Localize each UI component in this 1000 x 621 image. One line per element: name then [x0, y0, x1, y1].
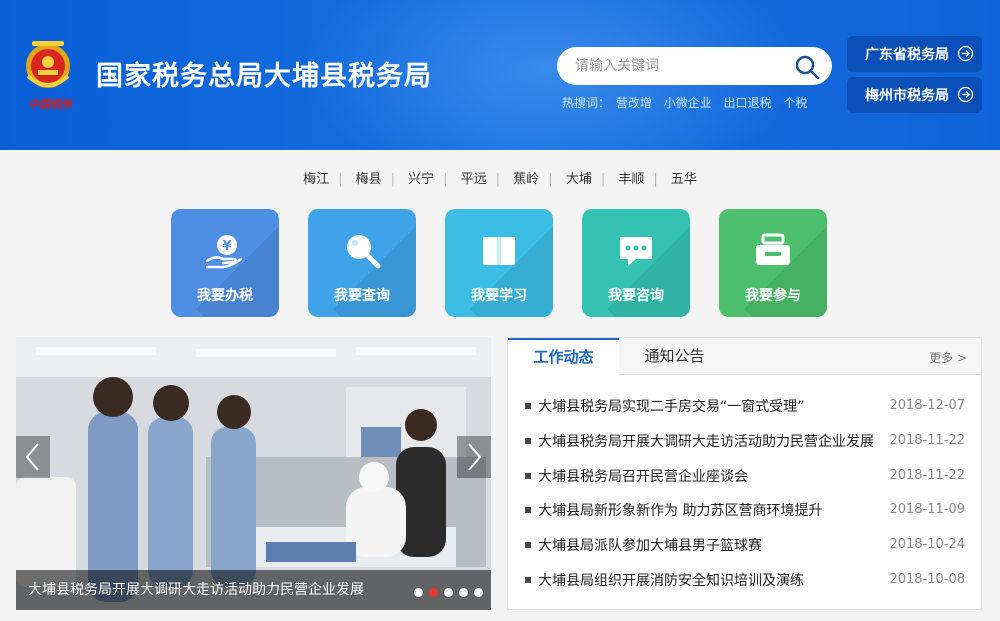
slider-dot[interactable] — [474, 588, 483, 597]
book-icon — [483, 237, 515, 265]
tile-label: 我要查询 — [334, 288, 390, 304]
site-title: 国家税务总局大埔县税务局 — [96, 61, 432, 92]
tile-tax-filing[interactable]: ¥ 我要办税 — [171, 209, 279, 317]
slider-dots — [414, 588, 483, 597]
bullet-icon: ▪ — [524, 432, 533, 447]
divider: | — [600, 172, 606, 187]
hot-search-label: 热搜词： — [562, 96, 611, 110]
tile-consult[interactable]: 我要咨询 — [582, 209, 690, 317]
hot-word-link[interactable]: 营改增 — [616, 96, 652, 110]
basket-icon — [756, 233, 790, 265]
site-header: 中国税务 国家税务总局大埔县税务局 热搜词： 营改增 小微企业 出口退税 个税 … — [0, 0, 1000, 150]
news-item[interactable]: ▪ 大埔县局组织开展消防安全知识培训及演练 2018-10-08 — [508, 566, 981, 601]
region-link[interactable]: 梅县 — [356, 172, 382, 187]
search-icon[interactable] — [794, 54, 820, 80]
tile-label: 我要参与 — [745, 288, 801, 304]
tile-label: 我要学习 — [471, 288, 527, 304]
news-title[interactable]: 大埔县税务局实现二手房交易“一窗式受理” — [538, 396, 883, 416]
search-box — [557, 47, 832, 85]
region-link[interactable]: 五华 — [671, 172, 697, 187]
chevron-left-icon — [25, 443, 39, 471]
divider: | — [390, 172, 396, 187]
arrow-circle-right-icon — [957, 86, 974, 103]
news-date: 2018-11-09 — [889, 502, 965, 518]
chat-icon — [620, 237, 652, 266]
search-input[interactable] — [575, 47, 785, 85]
region-link[interactable]: 梅江 — [303, 172, 329, 187]
yuan-hand-icon: ¥ — [205, 235, 243, 269]
bullet-icon: ▪ — [524, 467, 533, 482]
divider: | — [548, 172, 553, 187]
divider: | — [338, 172, 343, 187]
region-link[interactable]: 大埔 — [566, 172, 592, 187]
tile-label: 我要咨询 — [608, 288, 664, 304]
hot-word-link[interactable]: 小微企业 — [664, 96, 712, 110]
news-slider[interactable]: 大埔县税务局开展大调研大走访活动助力民营企业发展 — [16, 337, 491, 610]
emblem-caption: 中国税务 — [28, 98, 72, 111]
news-title[interactable]: 大埔县税务局召开民营企业座谈会 — [538, 466, 883, 486]
region-links: 梅江 | 梅县 | 兴宁 | 平远 | 蕉岭 | 大埔 | 丰顺 | 五华 — [0, 168, 1000, 187]
tab-work-updates[interactable]: 工作动态 — [508, 338, 619, 376]
tile-participate[interactable]: 我要参与 — [719, 209, 827, 317]
news-item[interactable]: ▪ 大埔县税务局召开民营企业座谈会 2018-11-22 — [508, 462, 981, 497]
news-date: 2018-12-07 — [889, 398, 965, 413]
news-item[interactable]: ▪ 大埔县局新形象新作为 助力苏区营商环境提升 2018-11-09 — [508, 496, 981, 531]
meizhou-tax-label: 梅州市税务局 — [865, 88, 949, 104]
news-title[interactable]: 大埔县局派队参加大埔县男子篮球赛 — [538, 535, 883, 555]
news-date: 2018-11-22 — [889, 467, 965, 483]
news-title[interactable]: 大埔县局组织开展消防安全知识培训及演练 — [538, 570, 883, 590]
slider-dot-active[interactable] — [429, 588, 438, 597]
news-date: 2018-10-24 — [889, 537, 965, 553]
region-link[interactable]: 平远 — [461, 172, 487, 187]
meizhou-tax-link[interactable]: 梅州市税务局 — [847, 77, 982, 113]
slider-next-button[interactable] — [457, 436, 491, 478]
bullet-icon: ▪ — [524, 537, 533, 552]
tile-learn[interactable]: 我要学习 — [445, 209, 553, 317]
tab-notices[interactable]: 通知公告 — [619, 338, 730, 375]
slider-prev-button[interactable] — [16, 436, 50, 478]
arrow-circle-right-icon — [957, 45, 974, 62]
news-item[interactable]: ▪ 大埔县税务局开展大调研大走访活动助力民营企业发展 2018-11-22 — [508, 427, 981, 462]
magnifier-icon — [347, 235, 381, 269]
slider-dot[interactable] — [459, 588, 468, 597]
tile-query[interactable]: 我要查询 — [308, 209, 416, 317]
chevron-right-icon — [468, 443, 482, 471]
news-date: 2018-10-08 — [889, 571, 965, 587]
hot-search-words: 热搜词： 营改增 小微企业 出口退税 个税 — [562, 94, 815, 111]
region-link[interactable]: 蕉岭 — [513, 172, 539, 187]
news-item[interactable]: ▪ 大埔县税务局实现二手房交易“一窗式受理” 2018-12-07 — [508, 392, 981, 427]
tax-emblem-logo[interactable]: 中国税务 — [18, 36, 78, 114]
news-panel: 工作动态 通知公告 更多 > ▪ 大埔县税务局实现二手房交易“一窗式受理” 20… — [507, 337, 982, 610]
more-link[interactable]: 更多 > — [929, 349, 967, 366]
news-title[interactable]: 大埔县局新形象新作为 助力苏区营商环境提升 — [538, 500, 883, 520]
region-link[interactable]: 丰顺 — [618, 172, 644, 187]
news-item[interactable]: ▪ 大埔县局派队参加大埔县男子篮球赛 2018-10-24 — [508, 531, 981, 566]
svg-text:¥: ¥ — [222, 239, 231, 254]
bullet-icon: ▪ — [524, 502, 533, 517]
divider: | — [495, 172, 501, 187]
divider: | — [653, 172, 658, 187]
guangdong-tax-link[interactable]: 广东省税务局 — [847, 36, 982, 72]
news-title[interactable]: 大埔县税务局开展大调研大走访活动助力民营企业发展 — [538, 431, 883, 451]
slider-caption[interactable]: 大埔县税务局开展大调研大走访活动助力民营企业发展 — [28, 579, 364, 599]
slider-dot[interactable] — [414, 588, 423, 597]
news-list: ▪ 大埔县税务局实现二手房交易“一窗式受理” 2018-12-07 ▪ 大埔县税… — [508, 392, 981, 601]
tile-label: 我要办税 — [197, 288, 253, 304]
divider: | — [443, 172, 448, 187]
hot-word-link[interactable]: 个税 — [783, 96, 807, 110]
news-tabs: 工作动态 通知公告 更多 > — [508, 338, 981, 376]
hot-word-link[interactable]: 出口退税 — [724, 96, 772, 110]
bullet-icon: ▪ — [524, 571, 533, 586]
slider-dot[interactable] — [444, 588, 453, 597]
region-link[interactable]: 兴宁 — [408, 172, 434, 187]
news-date: 2018-11-22 — [889, 432, 965, 448]
bullet-icon: ▪ — [524, 398, 533, 412]
guangdong-tax-label: 广东省税务局 — [865, 47, 949, 63]
